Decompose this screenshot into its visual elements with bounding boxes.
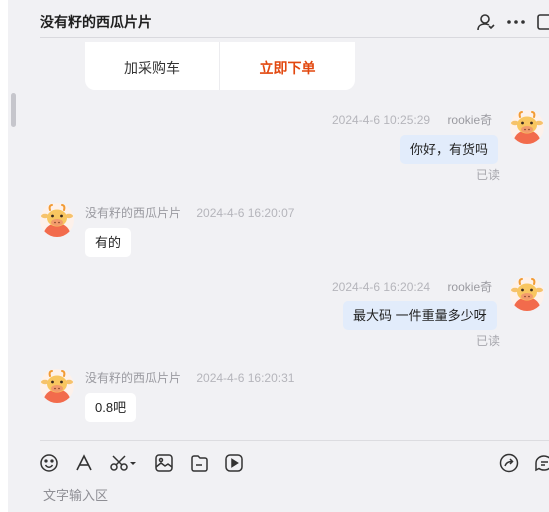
user-icon[interactable] (476, 12, 496, 32)
message-bubble[interactable]: 0.8吧 (85, 393, 137, 422)
quick-reply-icon[interactable] (533, 452, 549, 474)
message-meta: 2024-4-6 10:25:29 rookie奇 (332, 111, 492, 128)
chat-header: 没有籽的西瓜片片 (18, 0, 549, 38)
avatar[interactable] (40, 203, 74, 237)
message-time: 2024-4-6 10:25:29 (332, 113, 431, 127)
avatar[interactable] (40, 369, 74, 403)
left-panel-edge (0, 0, 8, 512)
header-divider (40, 37, 549, 38)
sender-name: rookie奇 (447, 280, 493, 294)
message-bubble[interactable]: 你好，有货吗 (400, 135, 499, 164)
image-icon[interactable] (153, 452, 175, 474)
conversation-list-scrollbar[interactable] (11, 93, 16, 127)
message-input[interactable] (40, 482, 536, 508)
scissors-icon[interactable] (108, 452, 138, 474)
buy-now-button[interactable]: 立即下单 (220, 42, 355, 90)
video-icon[interactable] (223, 452, 245, 474)
font-icon[interactable] (73, 452, 95, 474)
composer-divider (40, 440, 549, 441)
emoji-icon[interactable] (38, 452, 60, 474)
sender-name: 没有籽的西瓜片片 (85, 206, 182, 220)
message-bubble[interactable]: 有的 (85, 228, 132, 257)
read-status: 已读 (476, 334, 501, 348)
message-meta: 没有籽的西瓜片片 2024-4-6 16:20:07 (85, 204, 294, 221)
order-action-card: 加采购车 立即下单 (85, 42, 355, 90)
more-icon[interactable] (506, 12, 526, 32)
avatar[interactable] (510, 110, 544, 144)
message-meta: 2024-4-6 16:20:24 rookie奇 (332, 278, 492, 295)
message-time: 2024-4-6 16:20:24 (332, 280, 431, 294)
message-meta: 没有籽的西瓜片片 2024-4-6 16:20:31 (85, 369, 294, 386)
sender-name: 没有籽的西瓜片片 (85, 371, 182, 385)
add-to-cart-button[interactable]: 加采购车 (85, 42, 219, 90)
message-bubble[interactable]: 最大码 一件重量多少呀 (343, 301, 497, 330)
sender-name: rookie奇 (447, 113, 493, 127)
file-icon[interactable] (188, 452, 210, 474)
share-icon[interactable] (498, 452, 520, 474)
message-time: 2024-4-6 16:20:31 (196, 371, 295, 385)
chat-window: 没有籽的西瓜片片 加采购车 立即下单 2024-4-6 10:25:29 roo… (0, 0, 549, 512)
avatar[interactable] (510, 277, 544, 311)
chat-title: 没有籽的西瓜片片 (40, 14, 152, 30)
message-time: 2024-4-6 16:20:07 (196, 206, 295, 220)
read-status: 已读 (476, 168, 501, 182)
panel-toggle-icon[interactable] (536, 12, 549, 32)
